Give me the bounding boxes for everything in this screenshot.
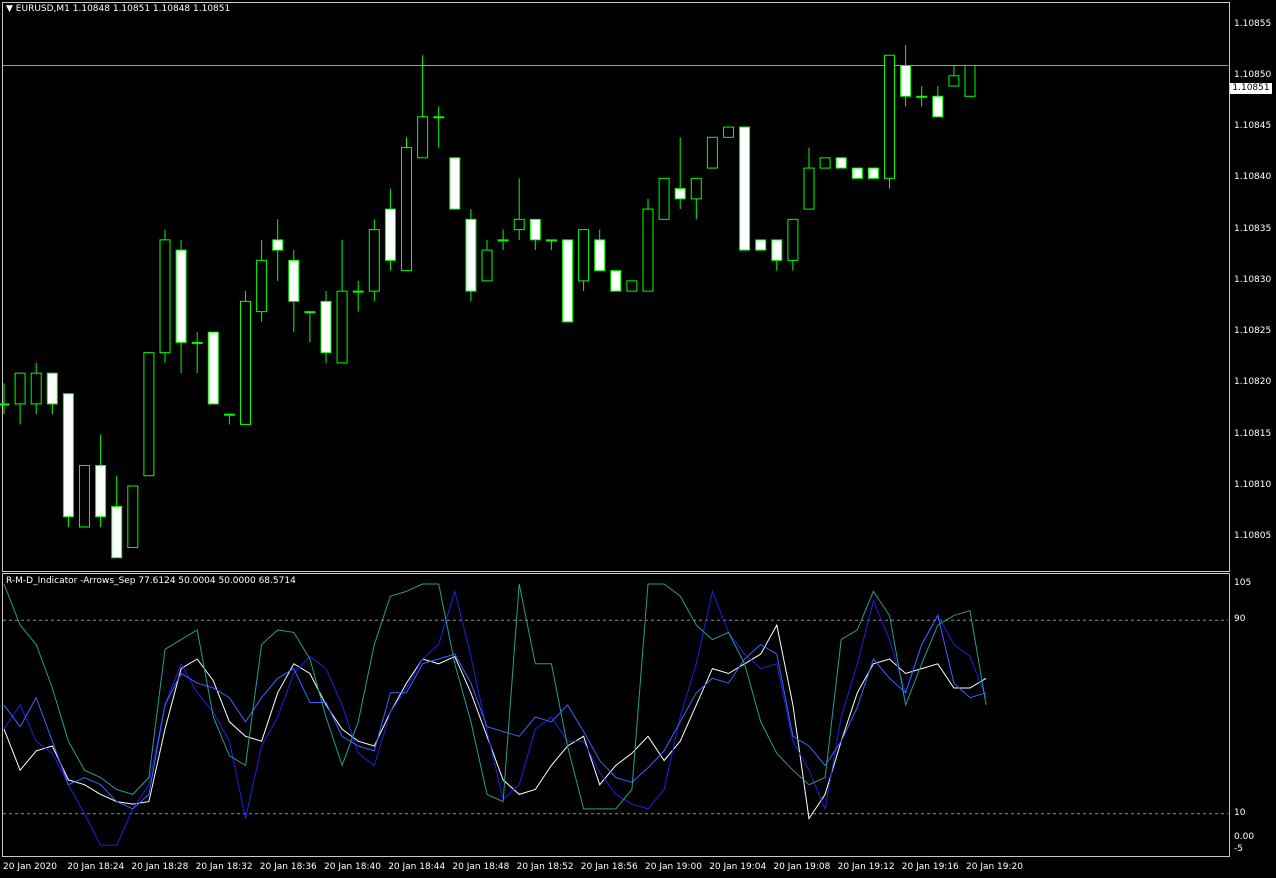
candle-body [642,208,654,292]
candle-body [835,157,847,169]
time-axis-label: 20 Jan 18:52 [516,862,574,872]
candle-body [465,218,477,292]
indicator-scale-label: 90 [1234,614,1246,625]
price-scale-label: 1.10845 [1234,121,1272,132]
chart-canvas [0,45,1228,846]
candle-body [578,229,590,282]
price-scale-label: 1.10825 [1234,326,1272,337]
candle-body [336,290,348,364]
price-scale-label: 1.10820 [1234,377,1272,388]
candle-body [384,208,396,261]
candle-body [223,413,235,416]
time-axis-label: 20 Jan 18:36 [259,862,317,872]
candle-body [545,239,557,242]
price-scale-label: 1.10855 [1234,18,1272,29]
indicator-line [3,589,987,846]
candle-body [417,116,429,159]
candle-body [755,239,767,251]
time-axis-label: 20 Jan 18:48 [452,862,510,872]
candle-body [851,167,863,179]
price-scale-label: 1.10805 [1234,531,1272,542]
candle-body [787,218,799,261]
candle-body [159,239,171,354]
candle-body [819,157,831,169]
candle-body [352,290,364,293]
price-scale-label: 1.10835 [1234,223,1272,234]
candle-body [626,280,638,292]
time-axis-label: 20 Jan 18:40 [324,862,381,872]
indicator-scale-label: 10 [1234,807,1246,818]
candle-body [401,147,412,272]
time-axis-label: 20 Jan 2020 [3,862,57,872]
candle-body [964,65,976,97]
candle-body [111,505,123,559]
candle-body [0,403,10,406]
time-axis-label: 20 Jan 19:04 [709,862,767,872]
candle-body [900,65,912,97]
candle-body [368,229,380,292]
candle-body [143,352,155,477]
candle-body [771,239,783,261]
candle-body [529,218,541,241]
time-axis-label: 20 Jan 19:20 [966,862,1023,872]
candle-body [739,126,751,251]
candle-body [803,167,815,210]
candle-body [449,157,461,210]
time-axis-label: 20 Jan 19:00 [645,862,702,872]
candle-body [240,300,251,425]
candle-body [932,95,944,118]
candle-body [191,341,203,344]
indicator-scale-label: -5 [1234,844,1243,854]
candle-body [610,270,622,292]
time-axis-label: 20 Jan 18:28 [131,862,189,872]
candle-body [175,249,187,343]
indicator-line [3,623,987,820]
time-axis-label: 20 Jan 18:56 [580,862,638,872]
candle-body [46,372,58,405]
candle-body [706,136,718,169]
indicator-line [3,614,987,810]
candle-body [288,259,300,302]
time-axis-label: 20 Jan 18:24 [67,862,125,872]
candle-body [79,464,90,528]
time-axis-label: 20 Jan 19:08 [773,862,831,872]
candle-body [127,485,139,548]
time-axis-label: 20 Jan 18:44 [388,862,446,872]
candle-body [207,331,219,405]
candle-body [658,177,670,220]
candle-body [916,95,928,98]
indicator-scale-label: 105 [1234,578,1252,588]
candle-body [884,54,895,179]
candle-body [14,372,26,405]
candle-body [62,393,74,518]
price-scale-label: 1.10850 [1234,69,1272,80]
current-price-tag: 1.10851 [1230,83,1272,94]
candle-body [594,239,606,272]
candle-body [272,239,284,251]
candle-body [95,464,107,518]
candle-body [497,239,509,242]
candle-body [30,372,42,405]
candle-body [723,126,734,138]
price-scale-label: 1.10840 [1234,172,1272,183]
candle-body [674,188,686,200]
time-axis-label: 20 Jan 18:32 [195,862,253,872]
candle-body [690,177,702,200]
price-scale-label: 1.10815 [1234,428,1272,439]
candle-body [320,300,332,354]
candle-body [867,167,879,179]
candle-body [433,116,445,119]
time-axis-label: 20 Jan 19:12 [837,862,895,872]
time-axis-label: 20 Jan 19:16 [901,862,959,872]
candle-body [513,218,525,231]
candle-body [481,249,493,282]
price-scale-label: 1.10830 [1234,274,1272,285]
candle-body [562,239,573,323]
candle-body [304,311,316,314]
indicator-scale-label: 0.00 [1234,831,1255,842]
candle-body [256,259,268,313]
price-scale-label: 1.10810 [1234,479,1272,490]
candle-body [948,75,960,87]
